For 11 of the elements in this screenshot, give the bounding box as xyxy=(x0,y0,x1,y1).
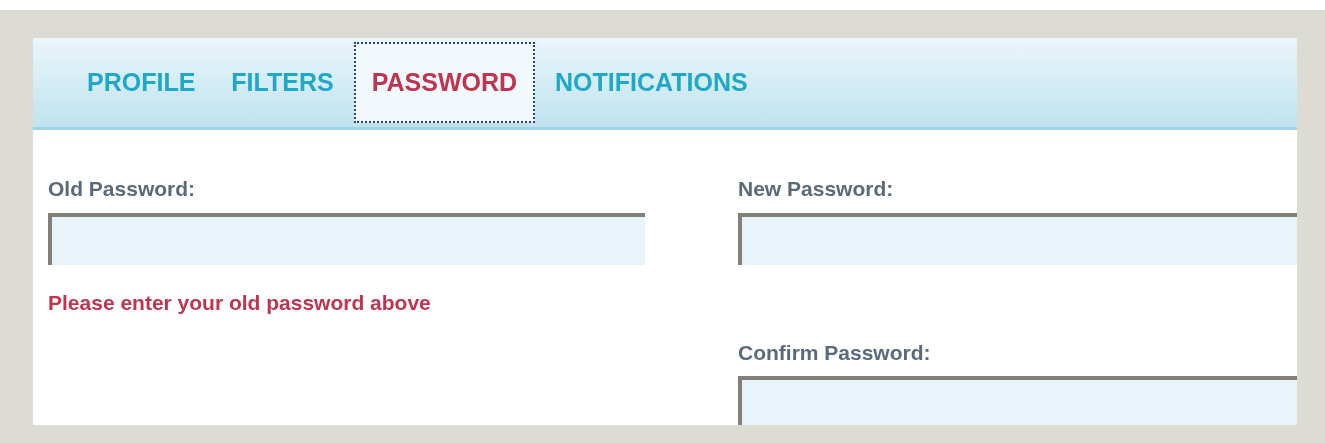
tab[interactable]: FILTERS xyxy=(215,41,350,124)
field-label: Confirm Password: xyxy=(738,339,932,366)
confirm-password-field[interactable] xyxy=(738,376,1297,425)
tab[interactable]: NOTIFICATIONS xyxy=(539,41,764,124)
error-message: Please enter your old password above xyxy=(48,289,432,316)
field-label: New Password: xyxy=(738,176,895,202)
field-label: Old Password: xyxy=(48,176,197,202)
new-password-field[interactable] xyxy=(738,212,1297,265)
tab[interactable]: PROFILE xyxy=(71,41,212,124)
tab[interactable]: PASSWORD xyxy=(353,41,536,124)
old-password-field[interactable] xyxy=(48,212,645,265)
